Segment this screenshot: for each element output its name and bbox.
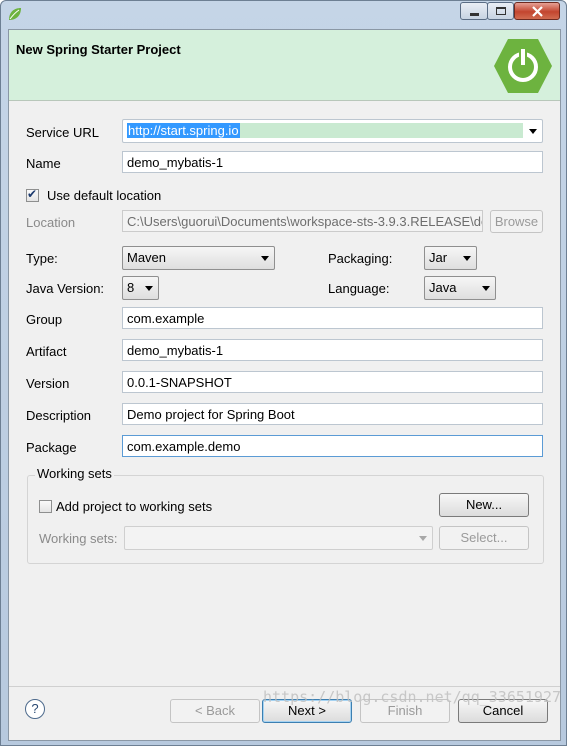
working-sets-label: Working sets:: [39, 531, 118, 546]
service-url-value: http://start.spring.io: [127, 123, 240, 138]
add-to-working-sets-checkbox[interactable]: [39, 500, 52, 513]
chevron-down-icon: [419, 536, 427, 541]
version-label: Version: [26, 376, 70, 391]
watermark-text: https://blog.csdn.net/qq_33651927: [263, 688, 562, 706]
package-label: Package: [26, 440, 77, 455]
java-version-value: 8: [127, 280, 135, 295]
description-label: Description: [26, 408, 92, 423]
name-label: Name: [26, 156, 61, 171]
browse-button: Browse: [490, 210, 543, 233]
wizard-header: New Spring Starter Project: [9, 30, 560, 101]
add-to-working-sets-label: Add project to working sets: [56, 499, 213, 514]
back-button: < Back: [170, 699, 260, 723]
new-working-set-button[interactable]: New...: [439, 493, 529, 517]
close-button[interactable]: [514, 2, 560, 20]
location-field: C:\Users\guorui\Documents\workspace-sts-…: [122, 210, 483, 232]
dialog-title: New Spring Starter Project: [16, 42, 181, 57]
chevron-down-icon: [529, 129, 537, 134]
select-working-sets-button: Select...: [439, 526, 529, 550]
chevron-down-icon: [261, 256, 269, 261]
maximize-icon: [496, 7, 506, 15]
minimize-icon: [470, 13, 479, 16]
language-select[interactable]: Java: [424, 276, 496, 300]
service-url-label: Service URL: [26, 125, 99, 140]
group-field[interactable]: com.example: [122, 307, 543, 329]
packaging-label: Packaging:: [328, 251, 393, 266]
type-select[interactable]: Maven: [122, 246, 275, 270]
footer-separator: [9, 686, 560, 687]
working-sets-select: [124, 526, 433, 550]
dialog-content: New Spring Starter Project Service URL h…: [8, 29, 561, 741]
service-url-combo[interactable]: http://start.spring.io: [122, 119, 543, 143]
spring-logo-icon: [494, 39, 552, 93]
description-field[interactable]: Demo project for Spring Boot: [122, 403, 543, 425]
group-label: Group: [26, 312, 63, 327]
packaging-select[interactable]: Jar: [424, 246, 477, 270]
type-label: Type:: [26, 251, 58, 266]
language-label: Language:: [328, 281, 390, 296]
spring-leaf-icon: [9, 8, 21, 20]
chevron-down-icon: [482, 286, 490, 291]
java-version-select[interactable]: 8: [122, 276, 159, 300]
use-default-location-checkbox[interactable]: [26, 187, 39, 202]
artifact-field[interactable]: demo_mybatis-1: [122, 339, 543, 361]
chevron-down-icon: [145, 286, 153, 291]
version-field[interactable]: 0.0.1-SNAPSHOT: [122, 371, 543, 393]
close-icon: [532, 6, 543, 17]
language-value: Java: [429, 280, 457, 295]
minimize-button[interactable]: [460, 2, 488, 20]
working-sets-title: Working sets: [35, 466, 114, 481]
maximize-button[interactable]: [487, 2, 514, 20]
location-label: Location: [26, 215, 76, 230]
use-default-location-label: Use default location: [47, 188, 162, 203]
packaging-value: Jar: [429, 250, 448, 265]
package-field[interactable]: com.example.demo: [122, 435, 543, 457]
artifact-label: Artifact: [26, 344, 67, 359]
name-field[interactable]: demo_mybatis-1: [122, 151, 543, 173]
dialog-window: New Spring Starter Project Service URL h…: [0, 0, 567, 746]
help-icon[interactable]: ?: [25, 699, 45, 719]
java-version-label: Java Version:: [26, 281, 105, 296]
chevron-down-icon: [463, 256, 471, 261]
type-value: Maven: [127, 250, 167, 265]
working-sets-group: [27, 475, 544, 564]
title-bar[interactable]: [1, 1, 566, 29]
